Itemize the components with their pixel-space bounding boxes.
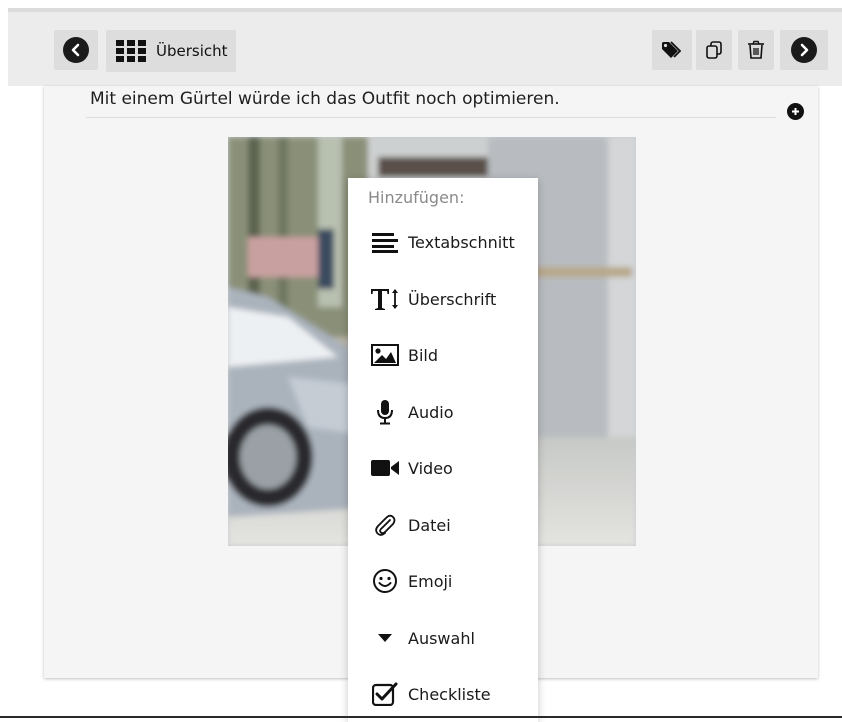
overview-label: Übersicht (156, 42, 228, 60)
overview-button[interactable]: Übersicht (106, 30, 236, 72)
dropdown-triangle-icon (370, 632, 400, 644)
menu-item-checkliste[interactable]: Checkliste (348, 672, 538, 716)
menu-item-label: Checkliste (408, 684, 491, 704)
menu-item-audio[interactable]: Audio (348, 390, 538, 434)
menu-item-textabschnitt[interactable]: Textabschnitt (348, 220, 538, 264)
tag-button[interactable] (652, 30, 692, 70)
bottom-divider (0, 716, 842, 718)
menu-item-label: Emoji (408, 571, 453, 591)
copy-button[interactable] (696, 30, 732, 70)
text-section[interactable]: Mit einem Gürtel würde ich das Outfit no… (86, 86, 776, 118)
menu-item-label: Textabschnitt (408, 232, 515, 252)
menu-item-datei[interactable]: Datei (348, 503, 538, 547)
delete-button[interactable] (738, 30, 774, 70)
smiley-icon (370, 568, 400, 594)
menu-item-label: Auswahl (408, 628, 475, 648)
image-icon (370, 344, 400, 366)
tag-icon (661, 41, 683, 59)
copy-icon (704, 40, 724, 60)
window-top (0, 0, 842, 8)
prev-button[interactable] (54, 30, 98, 70)
heading-icon (370, 287, 400, 311)
menu-item-emoji[interactable]: Emoji (348, 559, 538, 603)
chevron-left-icon (63, 37, 89, 63)
grid-icon (116, 40, 146, 62)
menu-item-bild[interactable]: Bild (348, 333, 538, 377)
video-camera-icon (370, 458, 400, 478)
add-menu-title: Hinzufügen: (368, 188, 465, 207)
menu-item-label: Bild (408, 345, 439, 365)
microphone-icon (370, 399, 400, 425)
next-button[interactable] (780, 30, 828, 70)
trash-icon (747, 40, 765, 60)
plus-circle-icon[interactable] (787, 103, 804, 120)
paperclip-icon (370, 513, 400, 537)
add-menu: Hinzufügen: Textabschnitt Überschrift Bi… (348, 178, 538, 722)
menu-item-label: Datei (408, 515, 451, 535)
menu-item-label: Audio (408, 402, 454, 422)
menu-item-label: Überschrift (408, 289, 497, 309)
paragraph-icon (370, 231, 400, 253)
menu-item-label: Video (408, 458, 453, 478)
checkbox-icon (370, 682, 400, 706)
menu-item-ueberschrift[interactable]: Überschrift (348, 277, 538, 321)
menu-item-auswahl[interactable]: Auswahl (348, 616, 538, 660)
menu-item-video[interactable]: Video (348, 446, 538, 490)
chevron-right-icon (791, 37, 817, 63)
